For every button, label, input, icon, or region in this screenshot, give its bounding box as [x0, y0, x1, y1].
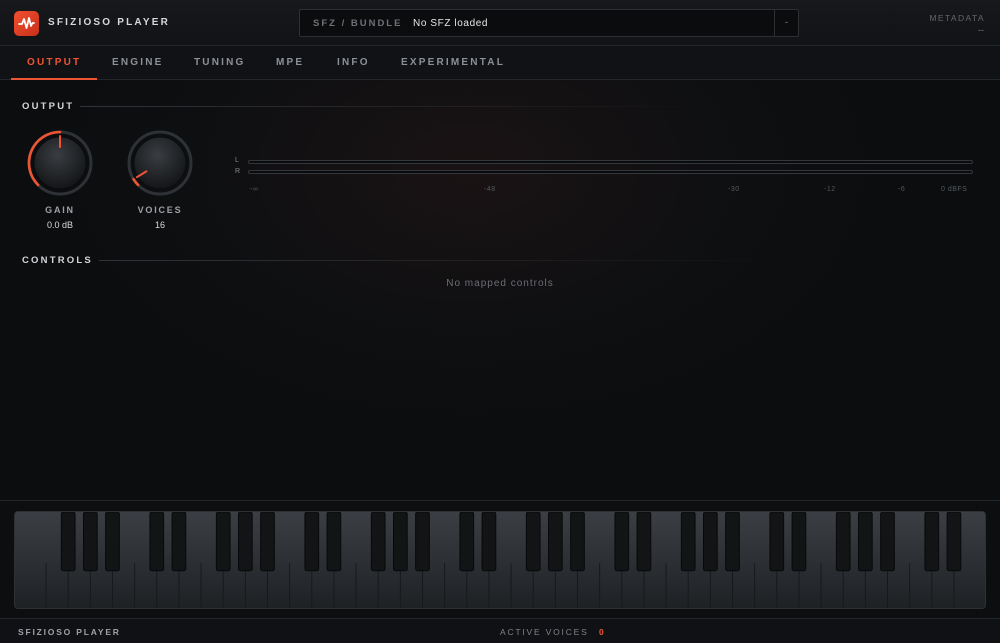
app-title: SFIZIOSO PLAYER: [48, 17, 171, 28]
output-section-divider: [80, 106, 720, 107]
black-key[interactable]: [680, 512, 696, 572]
meter-scale-tick: -∞: [250, 186, 259, 193]
meter-right-label: R: [235, 168, 241, 175]
gain-value: 0.0 dB: [46, 220, 74, 230]
meter-right: [248, 170, 973, 174]
meter-scale-tick: -6: [898, 186, 906, 193]
footer-app-title: SFIZIOSO PLAYER: [18, 627, 121, 637]
meter-scale-tick: -30: [728, 186, 740, 193]
tab-tuning[interactable]: TUNING: [194, 46, 246, 80]
black-key[interactable]: [570, 512, 585, 572]
meter-scale-tick: 0 dBFS: [941, 186, 968, 193]
gain-knob[interactable]: [27, 130, 93, 196]
black-key[interactable]: [835, 512, 851, 572]
sfz-bundle-label: SFZ / BUNDLE: [313, 18, 403, 29]
black-key[interactable]: [171, 512, 187, 572]
piano-keyboard[interactable]: [14, 511, 986, 609]
black-key[interactable]: [237, 512, 253, 572]
meter-left-label: L: [235, 157, 239, 164]
black-key[interactable]: [304, 512, 320, 572]
black-key[interactable]: [326, 512, 342, 572]
black-key[interactable]: [614, 512, 630, 572]
footer-bar: SFIZIOSO PLAYER ACTIVE VOICES 0: [0, 618, 1000, 643]
voices-value: 16: [154, 220, 165, 230]
active-voices-count: 0: [599, 627, 604, 637]
black-key[interactable]: [105, 512, 120, 572]
metadata-value: --: [978, 25, 984, 35]
header-bar: SFIZIOSO PLAYER SFZ / BUNDLE No SFZ load…: [0, 0, 1000, 46]
black-key[interactable]: [769, 512, 785, 572]
black-key[interactable]: [725, 512, 740, 572]
voices-label: VOICES: [137, 205, 183, 215]
black-key[interactable]: [636, 512, 652, 572]
tab-mpe[interactable]: MPE: [276, 46, 304, 80]
black-key[interactable]: [415, 512, 430, 572]
tab-bar: OUTPUT ENGINE TUNING MPE INFO EXPERIMENT…: [0, 46, 1000, 80]
tab-experimental[interactable]: EXPERIMENTAL: [401, 46, 505, 80]
app-window: SFIZIOSO PLAYER SFZ / BUNDLE No SFZ load…: [0, 0, 1000, 643]
black-key[interactable]: [525, 512, 541, 572]
black-key[interactable]: [481, 512, 497, 572]
black-key[interactable]: [858, 512, 873, 572]
meter-scale-tick: -12: [824, 186, 836, 193]
black-key[interactable]: [393, 512, 408, 572]
black-key[interactable]: [946, 512, 962, 572]
black-key[interactable]: [370, 512, 386, 572]
keyboard-area: [0, 500, 1000, 618]
black-key[interactable]: [880, 512, 895, 572]
sfz-bundle-value: No SFZ loaded: [413, 18, 489, 29]
black-key[interactable]: [60, 512, 76, 572]
black-key[interactable]: [703, 512, 718, 572]
tab-output[interactable]: OUTPUT: [10, 46, 98, 80]
tab-info[interactable]: INFO: [337, 46, 370, 80]
output-section-title: OUTPUT: [22, 101, 75, 112]
black-key[interactable]: [459, 512, 475, 572]
sfz-bundle-selector[interactable]: SFZ / BUNDLE No SFZ loaded -: [299, 9, 799, 37]
waveform-logo-icon: [14, 11, 39, 36]
gain-label: GAIN: [45, 205, 75, 215]
metadata-label: METADATA: [929, 13, 985, 23]
meter-left: [248, 160, 973, 164]
black-key[interactable]: [791, 512, 807, 572]
black-key[interactable]: [548, 512, 563, 572]
controls-section-divider: [99, 260, 799, 261]
sfz-browse-button[interactable]: -: [774, 10, 798, 36]
meter-scale-tick: -48: [484, 186, 496, 193]
black-key[interactable]: [924, 512, 940, 572]
no-controls-message: No mapped controls: [446, 278, 554, 289]
tab-engine[interactable]: ENGINE: [112, 46, 164, 80]
controls-section-title: CONTROLS: [22, 255, 93, 266]
black-key[interactable]: [215, 512, 231, 572]
black-key[interactable]: [82, 512, 98, 572]
active-voices-label: ACTIVE VOICES: [500, 627, 589, 637]
black-key[interactable]: [149, 512, 165, 572]
voices-knob[interactable]: [127, 130, 193, 196]
black-key[interactable]: [260, 512, 275, 572]
